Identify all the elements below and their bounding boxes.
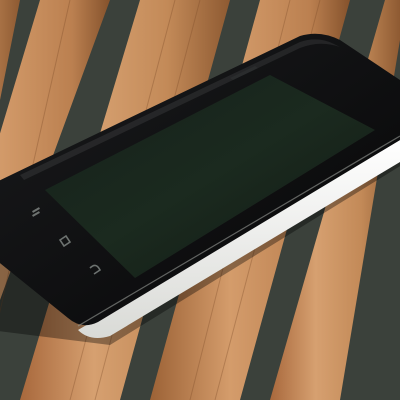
photo-canvas [0, 0, 400, 400]
photo-scene [0, 0, 400, 400]
